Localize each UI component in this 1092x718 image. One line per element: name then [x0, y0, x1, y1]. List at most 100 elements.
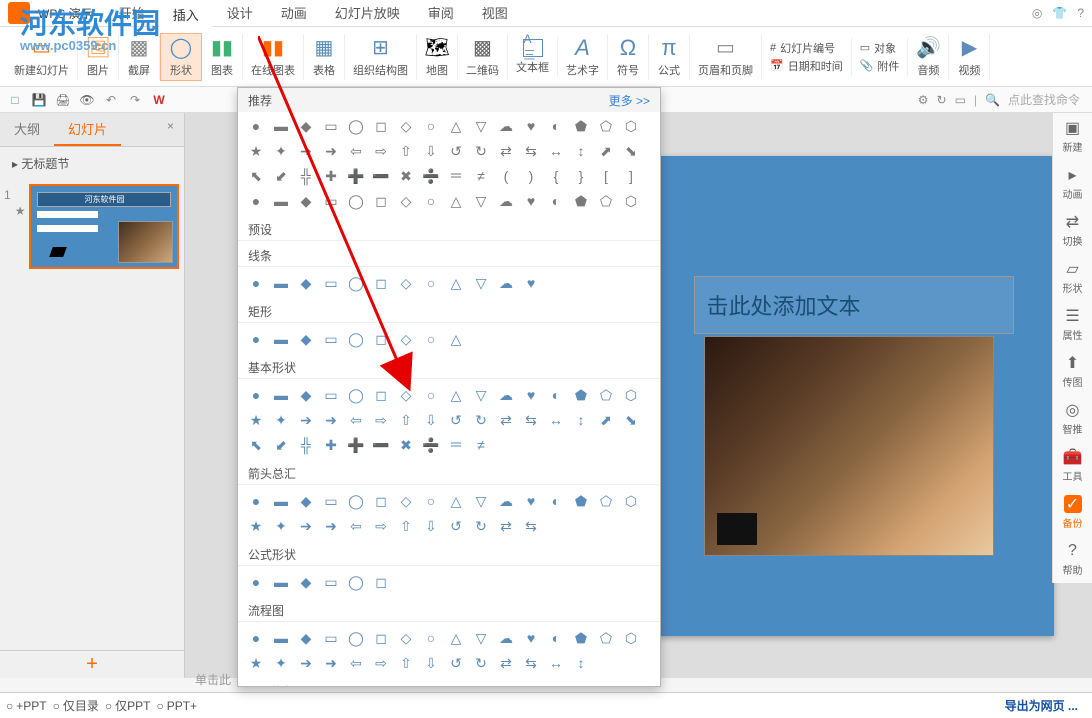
shape-item[interactable]: ▬ — [273, 493, 289, 509]
shape-item[interactable]: ⇦ — [348, 655, 364, 671]
shape-item[interactable]: } — [573, 168, 589, 184]
shape-item[interactable]: ◯ — [348, 118, 364, 134]
shape-item[interactable]: ⇦ — [348, 412, 364, 428]
shape-item[interactable]: ⇄ — [498, 655, 514, 671]
shape-item[interactable]: ⇨ — [373, 655, 389, 671]
side-transition[interactable]: ⇄切换 — [1063, 213, 1083, 248]
shape-item[interactable]: △ — [448, 630, 464, 646]
shape-item[interactable]: ✦ — [273, 518, 289, 534]
shape-item[interactable]: ◐ — [548, 193, 564, 209]
side-shape[interactable]: ▱形状 — [1063, 260, 1083, 295]
shape-item[interactable]: ◐ — [548, 630, 564, 646]
shape-item[interactable]: ↔ — [548, 143, 564, 159]
shape-item[interactable]: ⇆ — [523, 518, 539, 534]
shape-item[interactable]: ⇧ — [398, 412, 414, 428]
shape-item[interactable]: ☁ — [498, 193, 514, 209]
shape-item[interactable]: △ — [448, 331, 464, 347]
shape-item[interactable]: ◆ — [298, 574, 314, 590]
shape-item[interactable]: ◯ — [348, 493, 364, 509]
shape-item[interactable]: ➖ — [373, 437, 389, 453]
shape-item[interactable]: ▭ — [323, 118, 339, 134]
shape-item[interactable]: ≠ — [473, 437, 489, 453]
search-placeholder[interactable]: 点此查找命令 — [1008, 91, 1080, 108]
shape-item[interactable]: ● — [248, 331, 264, 347]
shape-item[interactable]: ↺ — [448, 655, 464, 671]
shape-item[interactable]: ✖ — [398, 168, 414, 184]
tab-design[interactable]: 设计 — [213, 0, 267, 30]
tab-insert[interactable]: 插入 — [159, 0, 213, 30]
globe-icon[interactable]: ◎ — [1032, 6, 1042, 20]
shape-item[interactable]: ⬠ — [598, 493, 614, 509]
shape-item[interactable]: ▭ — [323, 193, 339, 209]
shape-item[interactable]: ⬈ — [598, 412, 614, 428]
side-smart[interactable]: ◎智推 — [1063, 401, 1083, 436]
shape-item[interactable]: ➜ — [323, 518, 339, 534]
shape-item[interactable]: { — [548, 168, 564, 184]
shape-item[interactable]: ↺ — [448, 143, 464, 159]
shape-item[interactable]: ⬡ — [623, 193, 639, 209]
side-new[interactable]: ▣新建 — [1063, 119, 1083, 154]
shape-item[interactable]: ✦ — [273, 412, 289, 428]
qa-save-icon[interactable]: 💾 — [30, 91, 48, 109]
tool-icon-1[interactable]: ⚙ — [918, 93, 929, 107]
shape-item[interactable]: ↕ — [573, 655, 589, 671]
tab-review[interactable]: 审阅 — [414, 0, 468, 30]
shape-item[interactable]: ⬡ — [623, 118, 639, 134]
qa-wps-icon[interactable]: W — [150, 91, 168, 109]
tool-icon-2[interactable]: ↻ — [937, 93, 947, 107]
radio-ppt-plus[interactable]: ○PPT+ — [156, 699, 197, 713]
shape-item[interactable]: ▽ — [473, 630, 489, 646]
shape-item[interactable]: ↔ — [548, 655, 564, 671]
shape-item[interactable]: ⇆ — [523, 143, 539, 159]
shape-item[interactable]: ◻ — [373, 387, 389, 403]
shape-item[interactable]: ≠ — [473, 168, 489, 184]
shape-item[interactable]: ➜ — [323, 143, 339, 159]
shape-item[interactable]: ◇ — [398, 630, 414, 646]
shape-item[interactable]: ⬡ — [623, 630, 639, 646]
ribbon-map[interactable]: 🗺地图 — [417, 34, 458, 80]
shape-item[interactable]: ○ — [423, 275, 439, 291]
shape-item[interactable]: ● — [248, 387, 264, 403]
shape-item[interactable]: ★ — [248, 655, 264, 671]
dropdown-more[interactable]: 更多 >> — [609, 92, 650, 109]
ribbon-slide-number[interactable]: #幻灯片编号 — [770, 40, 843, 56]
shape-item[interactable]: ◻ — [373, 574, 389, 590]
shape-item[interactable]: ▬ — [273, 118, 289, 134]
shape-item[interactable]: ☁ — [498, 630, 514, 646]
shape-item[interactable]: ♥ — [523, 118, 539, 134]
radio-only-ppt[interactable]: ○仅PPT — [105, 697, 151, 714]
shape-item[interactable]: [ — [598, 168, 614, 184]
shape-item[interactable]: ◯ — [348, 387, 364, 403]
shape-item[interactable]: ↻ — [473, 412, 489, 428]
shape-item[interactable]: ⬉ — [248, 437, 264, 453]
shape-item[interactable]: ◯ — [348, 630, 364, 646]
shape-item[interactable]: ⬡ — [623, 387, 639, 403]
shape-item[interactable]: ↺ — [448, 412, 464, 428]
side-upload[interactable]: ⬆传图 — [1063, 354, 1083, 389]
shape-item[interactable]: ⇩ — [423, 143, 439, 159]
shape-item[interactable]: ⬡ — [623, 493, 639, 509]
shape-item[interactable]: ▬ — [273, 193, 289, 209]
shape-item[interactable]: ▬ — [273, 275, 289, 291]
shape-item[interactable]: △ — [448, 193, 464, 209]
ribbon-org-chart[interactable]: ⊞组织结构图 — [345, 34, 417, 80]
shape-item[interactable]: ] — [623, 168, 639, 184]
ribbon-new-slide[interactable]: ▭新建幻灯片 — [6, 34, 78, 80]
shape-item[interactable]: ➗ — [423, 168, 439, 184]
shape-item[interactable]: ◇ — [398, 331, 414, 347]
shape-item[interactable]: ⬊ — [623, 412, 639, 428]
shape-item[interactable]: ⬋ — [273, 168, 289, 184]
shape-item[interactable]: ⇄ — [498, 412, 514, 428]
shape-item[interactable]: ╬ — [298, 168, 314, 184]
shape-item[interactable]: ◯ — [348, 574, 364, 590]
shape-item[interactable]: ＝ — [448, 168, 464, 184]
ribbon-object[interactable]: ▭对象 — [860, 40, 900, 56]
shape-item[interactable]: ◐ — [548, 493, 564, 509]
shape-item[interactable]: ★ — [248, 143, 264, 159]
shape-item[interactable]: ➗ — [423, 437, 439, 453]
shape-item[interactable]: ➔ — [298, 143, 314, 159]
shape-item[interactable]: ◇ — [398, 275, 414, 291]
shape-item[interactable]: ▬ — [273, 574, 289, 590]
shape-item[interactable]: ★ — [248, 518, 264, 534]
shape-item[interactable]: ▭ — [323, 493, 339, 509]
